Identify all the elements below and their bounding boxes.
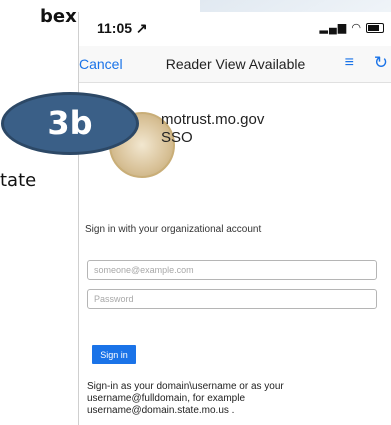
email-input[interactable]: [87, 260, 377, 280]
phone-screenshot: 11:05 ↗ ▂▄▆ ◠ Cancel Reader View Availab…: [78, 12, 391, 425]
sign-in-button[interactable]: Sign in: [92, 345, 136, 364]
sign-in-heading: Sign in with your organizational account: [85, 224, 262, 235]
signal-icon: ▂▄▆: [319, 22, 348, 34]
password-input[interactable]: [87, 289, 377, 309]
reload-icon[interactable]: ↻: [374, 53, 388, 73]
site-name: motrust.mo.gov: [161, 111, 265, 128]
slide-text-side: tate: [0, 170, 37, 191]
status-bar: 11:05 ↗ ▂▄▆ ◠: [79, 12, 391, 46]
browser-nav-bar: Cancel Reader View Available ≡ ↻: [79, 46, 391, 83]
sign-in-help-text: Sign-in as your domain\username or as yo…: [87, 381, 284, 416]
wifi-icon: ◠: [351, 22, 362, 34]
status-time: 11:05 ↗: [97, 20, 148, 36]
reader-view-icon[interactable]: ≡: [345, 54, 354, 72]
slide-text-top: bex.: [40, 6, 84, 27]
sso-label: SSO: [161, 129, 193, 146]
step-badge: 3b: [1, 92, 139, 155]
status-icons: ▂▄▆ ◠: [320, 21, 384, 34]
battery-icon: [366, 23, 384, 34]
